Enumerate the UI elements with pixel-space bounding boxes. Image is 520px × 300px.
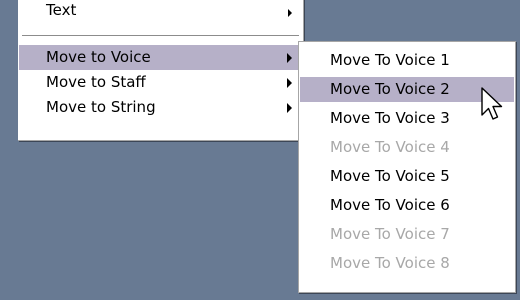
- menu-item-move-to-staff[interactable]: Move to Staff: [19, 70, 302, 95]
- submenu-item-voice-8: Move To Voice 8: [300, 251, 514, 276]
- submenu-item-label: Move To Voice 4: [330, 138, 450, 156]
- submenu-arrow-icon: [288, 9, 292, 17]
- move-to-voice-submenu: Move To Voice 1 Move To Voice 2 Move To …: [298, 41, 516, 293]
- submenu-arrow-icon: [287, 53, 292, 63]
- menu-item-label: Text: [46, 1, 77, 19]
- submenu-item-voice-5[interactable]: Move To Voice 5: [300, 164, 514, 189]
- submenu-item-label: Move To Voice 2: [330, 80, 450, 98]
- mouse-pointer-icon: [481, 87, 503, 120]
- submenu-item-voice-6[interactable]: Move To Voice 6: [300, 193, 514, 218]
- submenu-item-voice-1[interactable]: Move To Voice 1: [300, 48, 514, 73]
- submenu-item-label: Move To Voice 3: [330, 109, 450, 127]
- menu-item-label: Move to Voice: [46, 48, 151, 66]
- submenu-item-voice-7: Move To Voice 7: [300, 222, 514, 247]
- submenu-item-label: Move To Voice 7: [330, 225, 450, 243]
- menu-item-label: Move to String: [46, 98, 156, 116]
- menu-item-move-to-voice[interactable]: Move to Voice: [19, 45, 302, 70]
- menu-item-label: Move to Staff: [46, 73, 146, 91]
- submenu-item-voice-4: Move To Voice 4: [300, 135, 514, 160]
- menu-item-move-to-string[interactable]: Move to String: [19, 95, 302, 120]
- submenu-arrow-icon: [287, 103, 292, 113]
- submenu-item-label: Move To Voice 5: [330, 167, 450, 185]
- submenu-item-label: Move To Voice 1: [330, 51, 450, 69]
- submenu-item-label: Move To Voice 6: [330, 196, 450, 214]
- submenu-item-label: Move To Voice 8: [330, 254, 450, 272]
- submenu-arrow-icon: [287, 78, 292, 88]
- menu-item-text[interactable]: Text: [19, 0, 302, 23]
- context-menu: Text Move to Voice Move to Staff Move to…: [18, 0, 304, 141]
- menu-separator: [22, 35, 299, 36]
